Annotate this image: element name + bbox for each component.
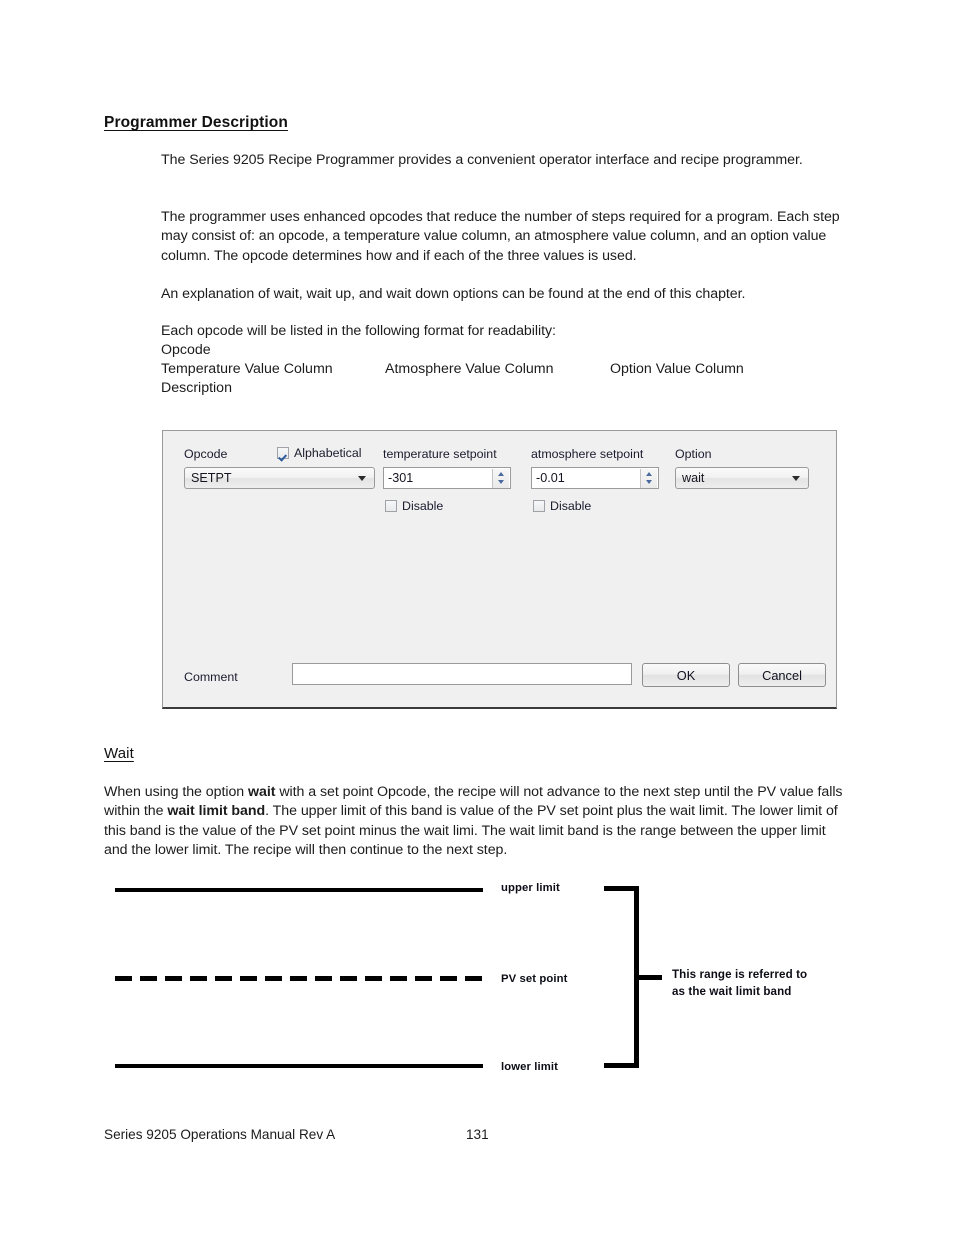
pv-set-point-line [115, 976, 485, 981]
pv-set-point-label: PV set point [501, 973, 568, 985]
footer-manual-title: Series 9205 Operations Manual Rev A [104, 1127, 336, 1142]
wait-limit-band-diagram: upper limit PV set point lower limit Thi… [0, 0, 954, 1235]
lower-limit-label: lower limit [501, 1061, 558, 1073]
bracket-top-arm [604, 886, 639, 891]
lower-limit-line [115, 1064, 483, 1068]
wait-limit-band-note: This range is referred to as the wait li… [672, 968, 808, 998]
upper-limit-label: upper limit [501, 882, 560, 894]
bracket-middle-tick [634, 975, 662, 980]
upper-limit-line [115, 888, 483, 892]
bracket-bottom-arm [604, 1063, 639, 1068]
document-page: Programmer Description The Series 9205 R… [0, 0, 954, 1235]
footer-page-number: 131 [466, 1127, 489, 1142]
